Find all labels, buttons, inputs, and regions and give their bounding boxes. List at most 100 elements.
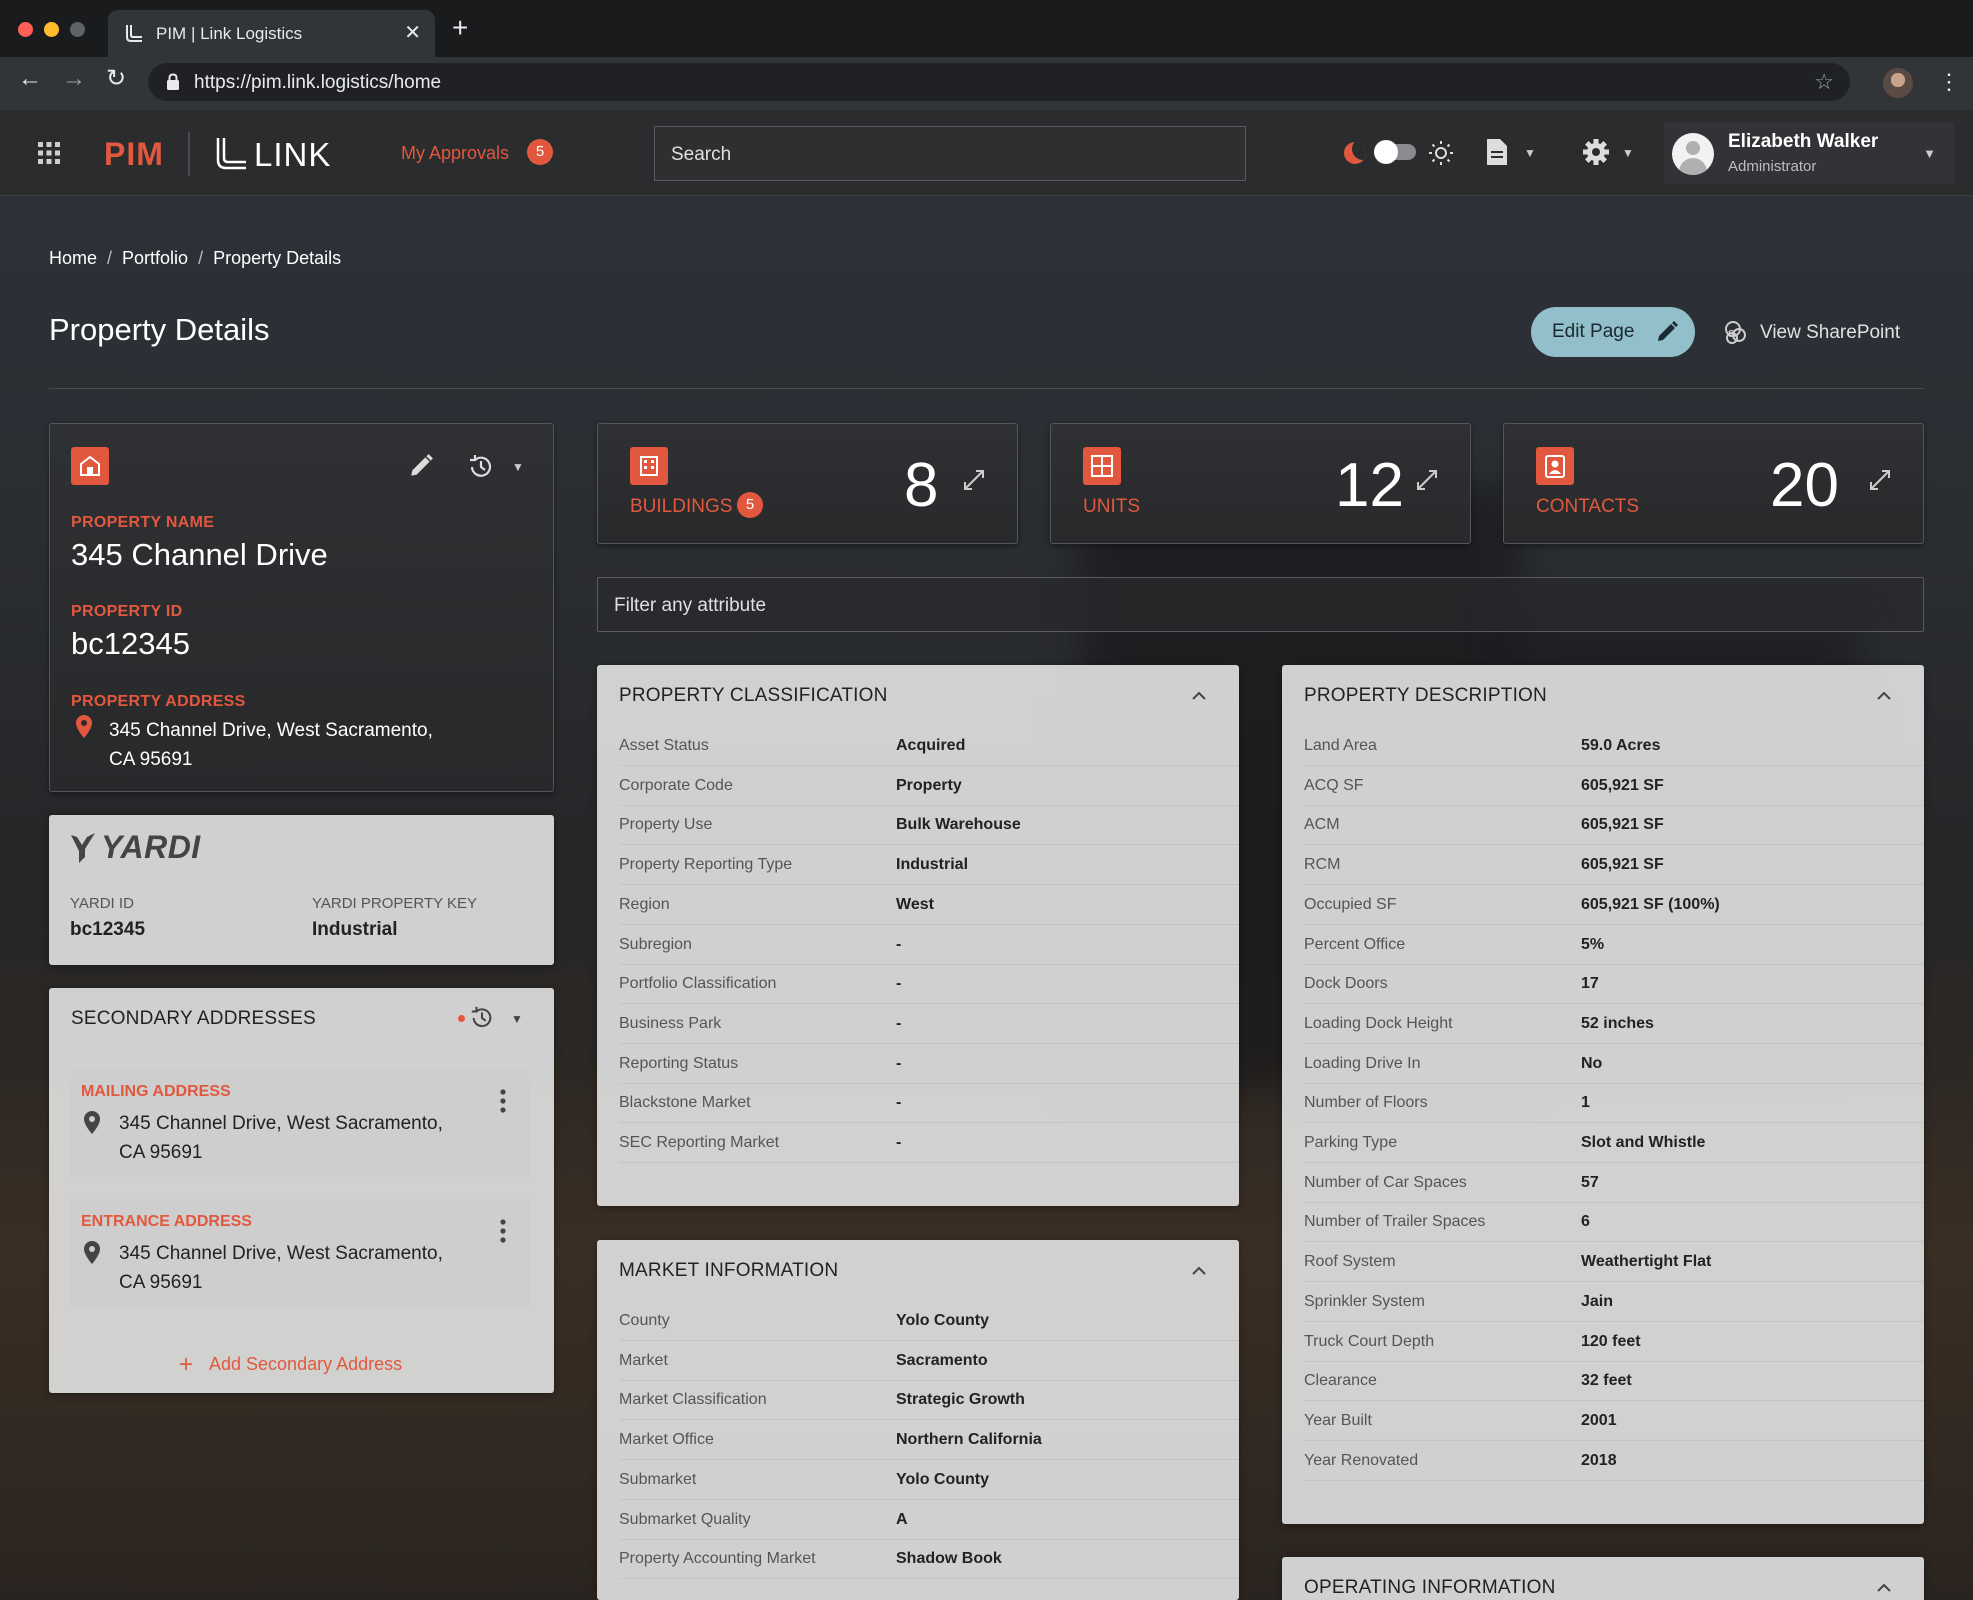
property-id-label: PROPERTY ID [71,603,183,620]
svg-text:S: S [1728,329,1735,340]
attribute-row: Property Reporting Type Industrial [619,845,1239,886]
attribute-value: 605,921 SF (100%) [1581,895,1720,913]
entrance-address-line1: 345 Channel Drive, West Sacramento, [119,1243,443,1264]
units-card[interactable]: UNITS 12 [1050,423,1471,544]
address-bar[interactable]: https://pim.link.logistics/home ☆ [148,63,1850,101]
yardi-logo-text: YARDI [101,829,201,865]
forward-button[interactable]: → [62,67,86,91]
my-approvals-link[interactable]: My Approvals 5 [401,139,553,165]
user-name: Elizabeth Walker [1728,131,1879,152]
apps-grid-icon[interactable] [38,142,60,164]
browser-profile-avatar[interactable] [1883,68,1913,98]
history-icon[interactable] [469,1005,495,1031]
attribute-label: Reporting Status [619,1054,739,1072]
attribute-value: 17 [1581,975,1599,993]
attribute-value: 6 [1581,1213,1590,1231]
toggle-knob [1374,140,1398,164]
attribute-label: Parking Type [1304,1134,1398,1151]
history-caret-icon[interactable]: ▼ [512,460,524,474]
units-count: 12 [1335,451,1404,520]
contacts-card[interactable]: CONTACTS 20 [1503,423,1924,544]
minimize-window-button[interactable] [44,22,59,37]
more-options-icon[interactable] [500,1089,506,1113]
link-logo-icon [216,138,246,170]
contacts-count: 20 [1770,451,1839,520]
sharepoint-icon: S [1725,321,1746,344]
attribute-value: 605,921 SF [1581,776,1664,794]
document-menu-caret-icon[interactable]: ▼ [1524,146,1536,160]
history-icon[interactable] [467,453,495,481]
attribute-value: West [896,895,934,913]
edit-page-button[interactable]: Edit Page [1531,307,1695,357]
url-text: https://pim.link.logistics/home [194,72,442,93]
mailing-address-line1: 345 Channel Drive, West Sacramento, [119,1113,443,1134]
moon-icon [1344,142,1366,164]
yardi-key-value: Industrial [312,919,398,940]
chevron-up-icon[interactable] [1191,1266,1207,1276]
chevron-down-icon: ▼ [1923,146,1936,161]
settings-menu-caret-icon[interactable]: ▼ [1622,146,1634,160]
document-icon[interactable] [1486,138,1508,166]
attribute-row: Year Built 2001 [1304,1401,1924,1441]
breadcrumb-portfolio[interactable]: Portfolio [122,248,188,268]
more-options-icon[interactable] [500,1219,506,1243]
attribute-label: Clearance [1304,1372,1377,1390]
attribute-label: Occupied SF [1304,895,1397,913]
attribute-label: Subregion [619,935,692,953]
app-header: PIM LINK My Approvals 5 Search ▼ ▼ Eliza… [0,110,1973,196]
expand-icon[interactable] [1415,468,1439,492]
browser-tab[interactable]: PIM | Link Logistics ✕ [108,10,435,57]
edit-pencil-icon[interactable] [408,453,434,479]
search-input[interactable]: Search [654,126,1246,181]
attribute-value: 1 [1581,1094,1590,1112]
attribute-label: Number of Trailer Spaces [1304,1213,1486,1231]
link-logo-icon [126,25,142,42]
attribute-label: Business Park [619,1014,722,1032]
user-menu[interactable]: Elizabeth Walker Administrator ▼ [1664,122,1954,184]
attribute-row: County Yolo County [619,1301,1239,1341]
browser-menu-icon[interactable]: ⋮ [1938,69,1960,95]
maximize-window-button[interactable] [70,22,85,37]
property-name-label: PROPERTY NAME [71,514,215,531]
attribute-value: 2018 [1581,1451,1617,1469]
new-tab-button[interactable]: + [452,14,468,42]
close-tab-icon[interactable]: ✕ [404,20,421,45]
mailing-address-label: MAILING ADDRESS [81,1083,231,1100]
gear-icon[interactable] [1582,138,1610,166]
mailing-address-text: 345 Channel Drive, West Sacramento, CA 9… [119,1109,479,1167]
brand-pim[interactable]: PIM [104,136,164,173]
unsaved-dot [458,1015,465,1022]
close-window-button[interactable] [18,22,33,37]
attribute-row: Submarket Yolo County [619,1460,1239,1500]
chevron-up-icon[interactable] [1876,691,1892,701]
filter-attribute-input[interactable]: Filter any attribute [597,577,1924,632]
theme-toggle[interactable] [1374,140,1416,164]
buildings-label: BUILDINGS [630,496,733,517]
entrance-address-item: ENTRANCE ADDRESS 345 Channel Drive, West… [70,1199,530,1307]
attribute-label: Truck Court Depth [1304,1332,1435,1350]
breadcrumb-home[interactable]: Home [49,248,97,268]
browser-toolbar: ← → ↻ https://pim.link.logistics/home ☆ … [0,57,1973,110]
units-label: UNITS [1083,496,1140,517]
reload-button[interactable]: ↻ [106,67,126,91]
buildings-card[interactable]: BUILDINGS 5 8 [597,423,1018,544]
breadcrumb-current: Property Details [213,248,342,268]
attribute-row: Subregion - [619,925,1239,965]
chevron-up-icon[interactable] [1191,691,1207,701]
operating-title: OPERATING INFORMATION [1304,1577,1556,1598]
attribute-label: County [619,1312,670,1329]
classification-title: PROPERTY CLASSIFICATION [619,685,888,706]
expand-icon[interactable] [962,468,986,492]
attribute-row: Sprinkler System Jain [1304,1282,1924,1322]
bookmark-star-icon[interactable]: ☆ [1814,69,1834,95]
attribute-row: Blackstone Market - [619,1083,1239,1124]
back-button[interactable]: ← [18,67,42,91]
history-caret-icon[interactable]: ▼ [511,1012,523,1026]
expand-icon[interactable] [1868,468,1892,492]
attribute-label: Submarket [619,1470,697,1488]
attribute-row: Occupied SF 605,921 SF (100%) [1304,885,1924,925]
page-title: Property Details [49,312,270,347]
attribute-value: Sacramento [896,1351,988,1369]
chevron-up-icon[interactable] [1876,1583,1892,1593]
property-address-line1: 345 Channel Drive, West Sacramento, [109,720,433,741]
